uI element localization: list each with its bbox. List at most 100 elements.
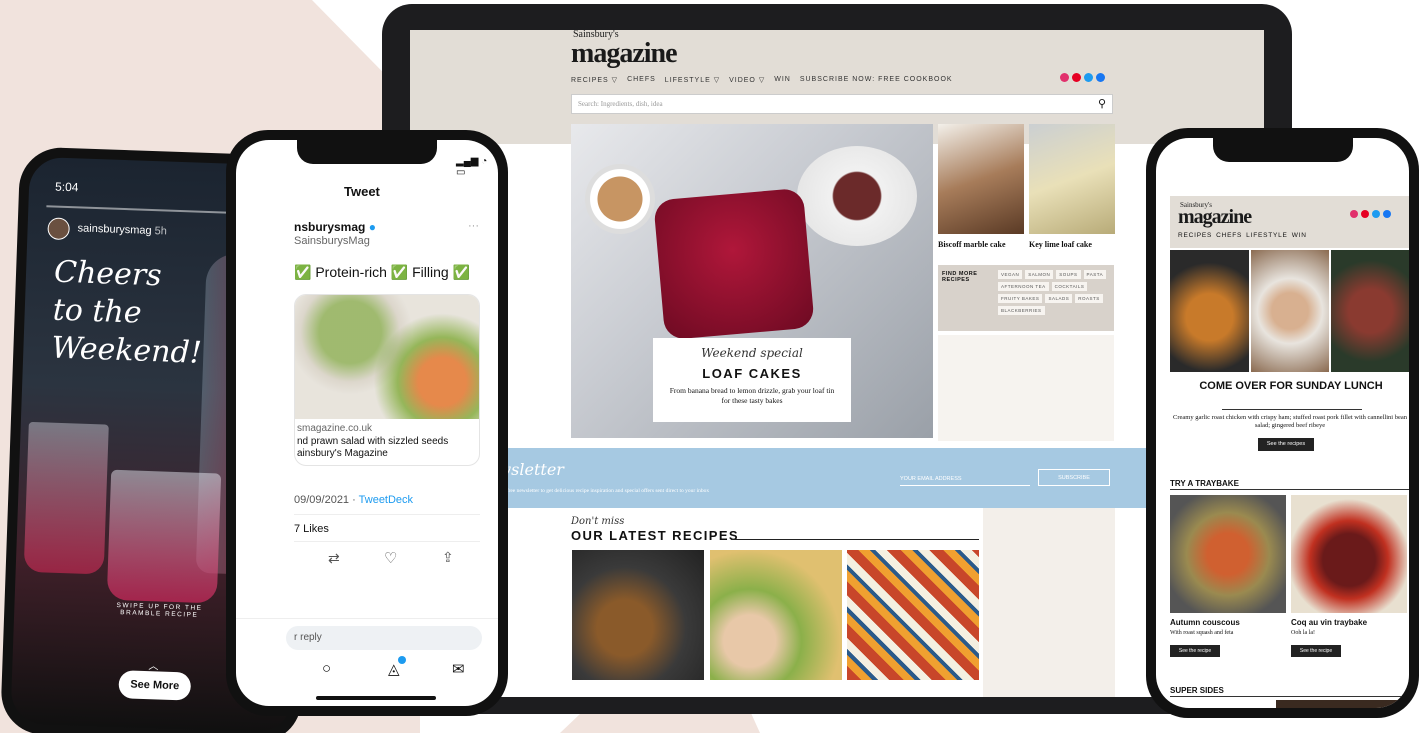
story-username[interactable]: sainsburysmag [77,222,151,237]
divider [236,618,498,619]
search-icon[interactable]: ○ [322,660,331,677]
link-title-2: ainsbury's Magazine [297,448,388,459]
social-links [1350,210,1391,218]
instagram-icon[interactable] [1350,210,1358,218]
heading-rule [731,539,979,540]
nav-subscribe[interactable]: SUBSCRIBE NOW: FREE COOKBOOK [800,76,953,84]
glass-image [106,469,222,604]
reply-input[interactable]: r reply [286,626,482,650]
signal-icon: ▂▄▆ ◔ ▭ [456,156,488,178]
email-field[interactable]: YOUR EMAIL ADDRESS [900,474,1030,486]
facebook-icon[interactable] [1383,210,1391,218]
card-title[interactable]: Autumn couscous [1170,618,1240,627]
card-title[interactable]: Coq au vin traybake [1291,618,1367,627]
mobile-site-phone: Sainsbury's magazine RECIPES CHEFS LIFES… [1146,128,1419,718]
section-title: SUPER SIDES [1170,686,1224,695]
more-icon[interactable]: ··· [468,220,479,232]
nav-lifestyle[interactable]: LIFESTYLE ▽ [665,76,720,84]
share-icon[interactable]: ⇪ [442,549,454,566]
retweet-icon[interactable]: ⇄ [328,550,340,567]
tag[interactable]: SOUPS [1056,270,1081,279]
caption-keylime[interactable]: Key lime loaf cake [1029,240,1092,249]
tag[interactable]: VEGAN [998,270,1023,279]
bell-icon[interactable]: ◬ [388,656,406,678]
hero-card: Weekend special LOAF CAKES From banana b… [653,338,851,422]
traybake-image-1[interactable] [1170,495,1286,613]
thumb-keylime[interactable] [1029,124,1115,234]
instagram-icon[interactable] [1060,73,1069,82]
tweet-client[interactable]: TweetDeck [359,494,413,506]
search-input[interactable]: Search: Ingredients, dish, idea ⚲ [571,94,1113,114]
side-column [983,508,1115,697]
mobile-hero-desc: Creamy garlic roast chicken with crispy … [1173,414,1407,429]
sides-image[interactable] [1276,700,1409,708]
mail-icon[interactable]: ✉ [452,660,465,678]
tag[interactable]: COCKTAILS [1051,282,1088,291]
nav-win[interactable]: WIN [774,76,791,84]
recipe-card[interactable] [847,550,979,680]
tag[interactable]: SALADS [1045,294,1073,303]
tweet-likes[interactable]: 7 Likes [294,523,329,535]
hero-cup-image [585,164,655,234]
site-logo[interactable]: Sainsbury's magazine [571,30,678,70]
section-title: TRY A TRAYBAKE [1170,479,1239,488]
tag[interactable]: AFTERNOON TEA [998,282,1049,291]
tag[interactable]: ROASTS [1075,294,1103,303]
thumb-biscoff[interactable] [938,124,1024,234]
see-recipe-button[interactable]: See the recipe [1291,645,1341,657]
link-title: nd prawn salad with sizzled seeds [297,436,449,447]
tweet-link-card[interactable]: smagazine.co.uk nd prawn salad with sizz… [294,294,480,466]
see-recipes-button[interactable]: See the recipes [1258,438,1314,451]
tweet-handle[interactable]: SainsburysMag [294,235,370,247]
nav-recipes[interactable]: RECIPES ▽ [571,76,618,84]
divider [1170,489,1409,490]
notch [297,140,437,164]
tweet-page-title: Tweet [344,184,380,199]
subscribe-button[interactable]: SUBSCRIBE [1038,469,1110,486]
recipe-card[interactable] [572,550,704,680]
twitter-icon[interactable] [1084,73,1093,82]
search-icon[interactable]: ⚲ [1098,97,1106,110]
hero-feature[interactable]: Weekend special LOAF CAKES From banana b… [571,124,933,438]
mobile-nav: RECIPES CHEFS LIFESTYLE WIN [1178,232,1307,239]
tweet-date: 09/09/2021 · TweetDeck [294,494,414,506]
newsletter-subtitle: Sign up to our free newsletter to get de… [474,488,710,494]
divider [294,541,480,542]
status-time: 5:04 [54,179,79,195]
pinterest-icon[interactable] [1361,210,1369,218]
hero-script: Weekend special [701,346,803,360]
hero-cake-image [653,187,815,341]
nav-recipes[interactable]: RECIPES [1178,232,1212,239]
nav-lifestyle[interactable]: LIFESTYLE [1246,232,1288,239]
see-recipe-button[interactable]: See the recipe [1170,645,1220,657]
recipe-card[interactable] [710,550,842,680]
nav-chefs[interactable]: CHEFS [1216,232,1242,239]
find-more-recipes: FIND MORE RECIPES VEGAN SALMON SOUPS PAS… [938,265,1114,331]
dont-miss-label: Don't miss [571,516,625,527]
caption-biscoff[interactable]: Biscoff marble cake [938,240,1006,249]
tag[interactable]: SALMON [1025,270,1054,279]
tag[interactable]: BLACKBERRIES [998,306,1045,315]
twitter-icon[interactable] [1372,210,1380,218]
nav-chefs[interactable]: CHEFS [627,76,656,84]
traybake-image-2[interactable] [1291,495,1407,613]
mobile-hero-images[interactable] [1170,250,1409,372]
nav-video[interactable]: VIDEO ▽ [729,76,765,84]
nav-win[interactable]: WIN [1292,232,1307,239]
chevron-up-icon[interactable]: ︿ [148,657,159,672]
tag[interactable]: PASTA [1083,270,1107,279]
social-links [1060,73,1105,82]
facebook-icon[interactable] [1096,73,1105,82]
tweet-author-name[interactable]: nsburysmag ● [294,220,376,234]
heart-icon[interactable]: ♡ [384,549,397,567]
avatar[interactable] [47,217,71,241]
see-more-button[interactable]: See More [118,670,192,701]
home-indicator [316,696,436,700]
pinterest-icon[interactable] [1072,73,1081,82]
tag[interactable]: FRUITY BAKES [998,294,1043,303]
mobile-logo[interactable]: Sainsbury's magazine [1178,201,1252,229]
mobile-site-screen: Sainsbury's magazine RECIPES CHEFS LIFES… [1156,138,1409,708]
link-domain: smagazine.co.uk [297,423,373,434]
find-more-label: FIND MORE RECIPES [942,271,978,283]
swipe-label: SWIPE UP FOR THE BRAMBLE RECIPE [116,601,203,619]
